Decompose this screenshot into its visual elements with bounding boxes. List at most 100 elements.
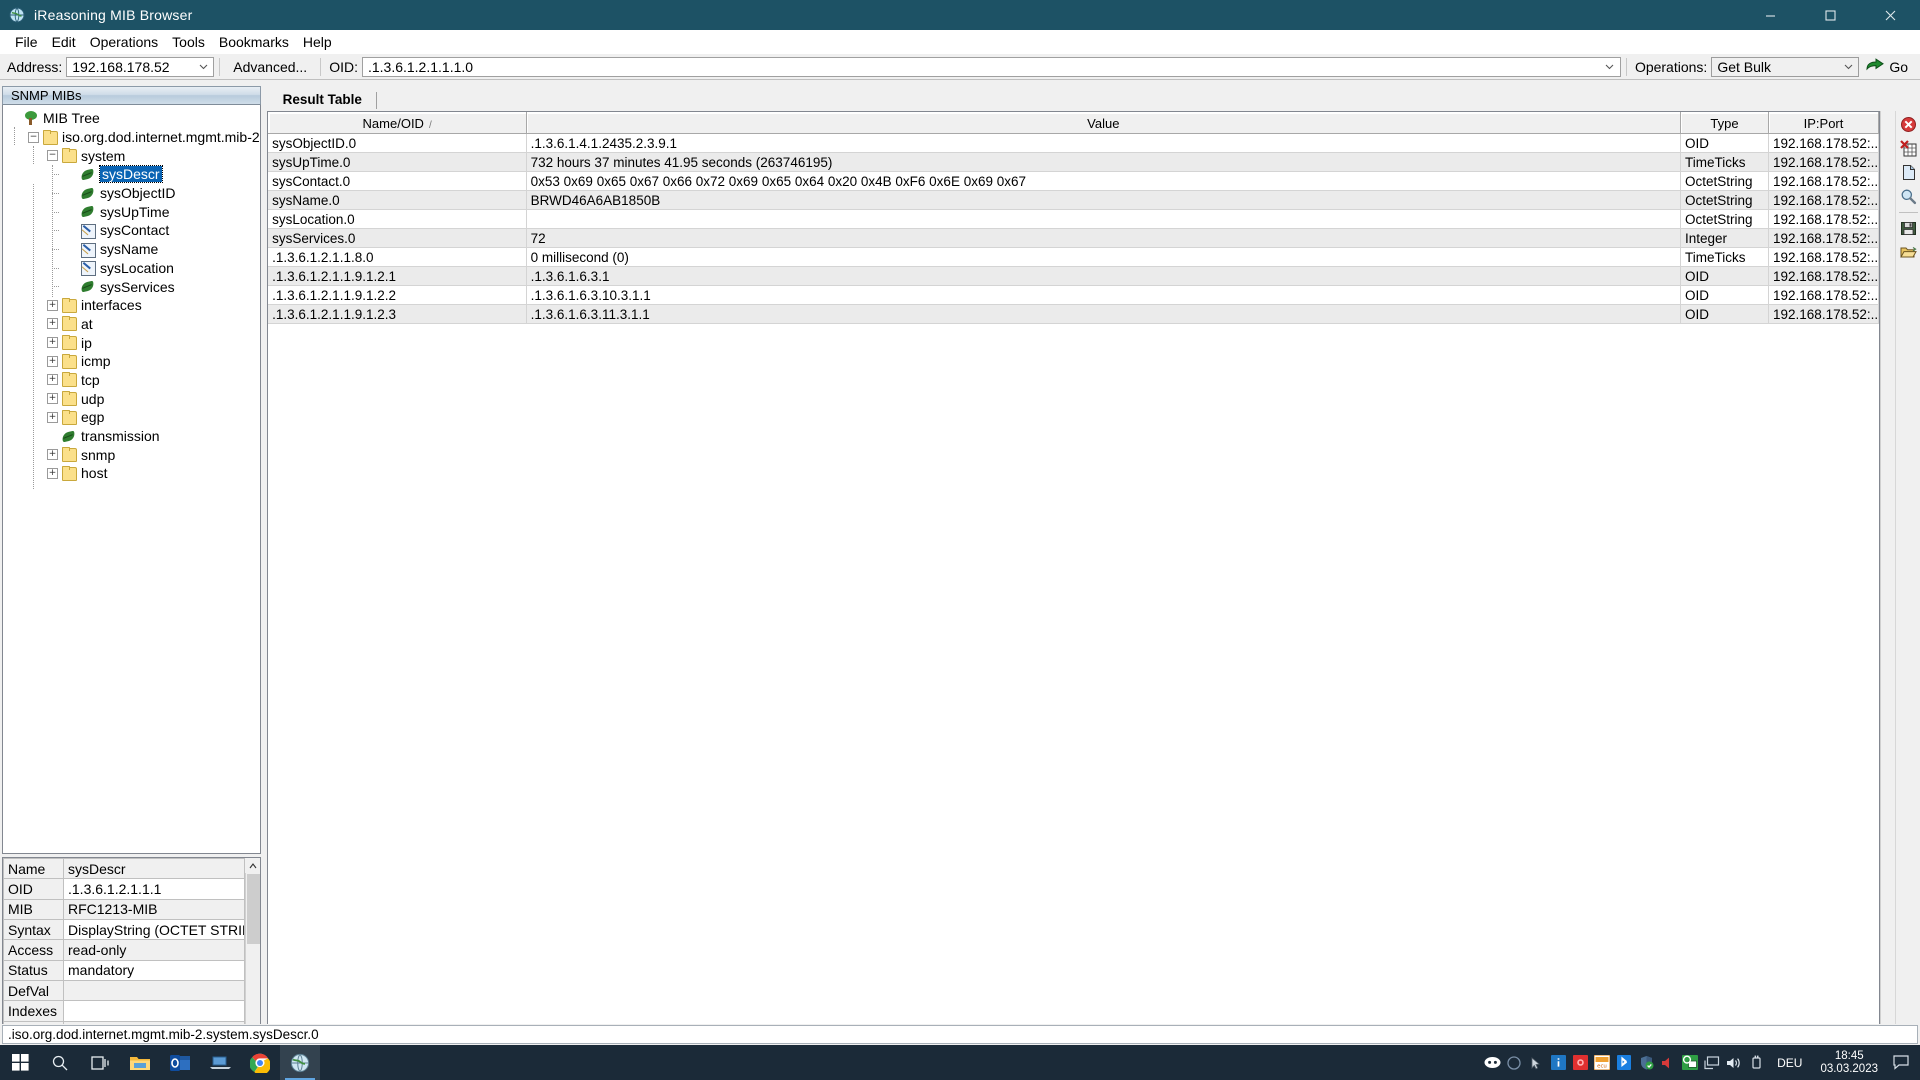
- tree-node-sysname[interactable]: sysName: [3, 240, 260, 259]
- column-header-name-oid[interactable]: Name/OID /: [267, 112, 527, 134]
- stop-icon[interactable]: [1898, 114, 1919, 135]
- usb-icon[interactable]: [1745, 1045, 1767, 1080]
- delete-table-icon[interactable]: [1898, 138, 1919, 159]
- tab-result-table[interactable]: Result Table: [273, 90, 372, 111]
- table-row[interactable]: sysName.0 BRWD46A6AB1850B OctetString 192.1…: [268, 190, 1880, 210]
- table-row[interactable]: .1.3.6.1.2.1.1.8.0 0 millisecond (0) TimeT…: [268, 247, 1880, 267]
- display-icon[interactable]: [1701, 1045, 1723, 1080]
- expand-icon[interactable]: +: [47, 411, 58, 423]
- tree-node-sysservices[interactable]: sysServices: [3, 277, 260, 296]
- detail-scroll-thumb[interactable]: [246, 874, 260, 944]
- expand-icon[interactable]: +: [47, 449, 58, 461]
- remote-desktop-icon[interactable]: [200, 1045, 240, 1080]
- menu-item-operations[interactable]: Operations: [83, 32, 165, 52]
- detail-row[interactable]: DefVal: [3, 979, 245, 1002]
- table-row[interactable]: sysServices.0 72 Integer 192.168.178.52:...: [268, 228, 1880, 248]
- menu-item-help[interactable]: Help: [296, 32, 339, 52]
- tree-node-syslocation[interactable]: sysLocation: [3, 259, 260, 278]
- detail-row[interactable]: Access read-only: [3, 939, 245, 961]
- collapse-icon[interactable]: −: [28, 131, 39, 143]
- detail-row[interactable]: Status mandatory: [3, 959, 245, 981]
- table-row[interactable]: .1.3.6.1.2.1.1.9.1.2.1.1.3.6.1.6.3.1 OID 1…: [268, 266, 1880, 286]
- tree-node-udp[interactable]: + udp: [3, 389, 260, 408]
- scroll-up-icon[interactable]: [245, 858, 261, 873]
- expand-icon[interactable]: +: [47, 393, 58, 405]
- tree-node-transmission[interactable]: transmission: [3, 427, 260, 446]
- table-row[interactable]: sysLocation.0 OctetString 192.168.178.52:.…: [268, 209, 1880, 229]
- new-document-icon[interactable]: [1898, 162, 1919, 183]
- table-row[interactable]: sysUpTime.0 732 hours 37 minutes 41.95 se…: [268, 152, 1880, 172]
- expand-icon[interactable]: +: [47, 467, 58, 479]
- chevron-down-icon[interactable]: [1841, 60, 1855, 74]
- tree-node-icmp[interactable]: + icmp: [3, 352, 260, 371]
- chrome-icon[interactable]: [240, 1045, 280, 1080]
- discord-icon[interactable]: [1481, 1045, 1503, 1080]
- expand-icon[interactable]: +: [47, 318, 58, 330]
- detail-row[interactable]: Name sysDescr: [3, 857, 245, 880]
- result-table-container[interactable]: Name/OID / Value Type IP:Port sysObjectID…: [266, 111, 1881, 1043]
- start-icon[interactable]: [0, 1045, 40, 1080]
- speaker-icon[interactable]: [1723, 1045, 1745, 1080]
- tree-node-syscontact[interactable]: sysContact: [3, 221, 260, 240]
- bluetooth-icon[interactable]: [1613, 1045, 1635, 1080]
- tree-node-sysobjectid[interactable]: sysObjectID: [3, 184, 260, 203]
- column-header-type[interactable]: Type: [1680, 112, 1770, 134]
- tree-node-iso-org-dod-internet-mgmt-mib-2[interactable]: − iso.org.dod.internet.mgmt.mib-2: [3, 128, 260, 147]
- tree-node-tcp[interactable]: + tcp: [3, 371, 260, 390]
- menu-item-bookmarks[interactable]: Bookmarks: [212, 32, 296, 52]
- close-button[interactable]: [1860, 0, 1920, 30]
- column-header-ipport[interactable]: IP:Port: [1768, 112, 1880, 134]
- chevron-down-icon[interactable]: [196, 60, 210, 74]
- chevron-down-icon[interactable]: [1603, 60, 1617, 74]
- table-row[interactable]: .1.3.6.1.2.1.1.9.1.2.3.1.3.6.1.6.3.11.3.…: [268, 304, 1880, 324]
- task-view-icon[interactable]: [80, 1045, 120, 1080]
- minimize-button[interactable]: [1740, 0, 1800, 30]
- circle-icon[interactable]: [1503, 1045, 1525, 1080]
- tree-node-at[interactable]: + at: [3, 315, 260, 334]
- detail-row[interactable]: SyntaxDisplayString (OCTET STRING) (SIZE…: [3, 918, 245, 941]
- operations-select[interactable]: Get Bulk: [1711, 56, 1860, 77]
- ecu-icon[interactable]: ecu: [1591, 1045, 1613, 1080]
- collapse-icon[interactable]: −: [47, 150, 58, 162]
- detail-row[interactable]: Indexes: [3, 1000, 245, 1022]
- expand-icon[interactable]: +: [47, 337, 58, 349]
- expand-icon[interactable]: +: [47, 355, 58, 367]
- table-row[interactable]: .1.3.6.1.2.1.1.9.1.2.2.1.3.6.1.6.3.10.3.…: [268, 285, 1880, 305]
- language-indicator[interactable]: DEU: [1767, 1056, 1812, 1070]
- outlook-icon[interactable]: [160, 1045, 200, 1080]
- menu-item-edit[interactable]: Edit: [45, 32, 83, 52]
- network-tool-icon[interactable]: [1679, 1045, 1701, 1080]
- mib-browser-icon[interactable]: [280, 1045, 320, 1080]
- tree-node-egp[interactable]: + egp: [3, 408, 260, 427]
- mouse-icon[interactable]: [1525, 1045, 1547, 1080]
- go-button[interactable]: Go: [1859, 55, 1916, 78]
- tree-node-mib-tree[interactable]: MIB Tree: [3, 109, 260, 128]
- tree-node-sysdescr[interactable]: sysDescr: [3, 165, 260, 184]
- expand-icon[interactable]: +: [47, 374, 58, 386]
- find-icon[interactable]: [1898, 186, 1919, 207]
- column-header-value[interactable]: Value: [525, 112, 1682, 134]
- tree-node-snmp[interactable]: + snmp: [3, 445, 260, 464]
- tree-node-ip[interactable]: + ip: [3, 333, 260, 352]
- clock[interactable]: 18:45 03.03.2023: [1812, 1050, 1886, 1076]
- volume-mute-icon[interactable]: [1657, 1045, 1679, 1080]
- open-folder-icon[interactable]: [1898, 242, 1919, 263]
- table-row[interactable]: sysObjectID.0.1.3.6.1.4.1.2435.2.3.9.1 OI…: [268, 133, 1880, 153]
- mib-tree[interactable]: MIB Tree − iso.org.dod.internet.mgmt.mib-2…: [2, 105, 261, 854]
- defender-icon[interactable]: [1635, 1045, 1657, 1080]
- oid-input[interactable]: .1.3.6.1.2.1.1.1.0: [361, 56, 1621, 77]
- detail-row[interactable]: OID .1.3.6.1.2.1.1.1: [3, 878, 245, 900]
- tree-node-sysuptime[interactable]: sysUpTime: [3, 202, 260, 221]
- notification-icon[interactable]: [1886, 1045, 1916, 1080]
- advanced-button[interactable]: Advanced...: [225, 56, 316, 77]
- maximize-button[interactable]: [1800, 0, 1860, 30]
- address-input[interactable]: 192.168.178.52: [66, 56, 215, 77]
- info-icon[interactable]: [1547, 1045, 1569, 1080]
- result-vertical-scrollbar[interactable]: [1880, 111, 1896, 1043]
- file-explorer-icon[interactable]: [120, 1045, 160, 1080]
- menu-item-tools[interactable]: Tools: [165, 32, 212, 52]
- menu-item-file[interactable]: File: [8, 32, 45, 52]
- detail-scrollbar[interactable]: [244, 858, 261, 1042]
- detail-row[interactable]: MIB RFC1213-MIB: [3, 898, 245, 920]
- tree-node-host[interactable]: + host: [3, 464, 260, 483]
